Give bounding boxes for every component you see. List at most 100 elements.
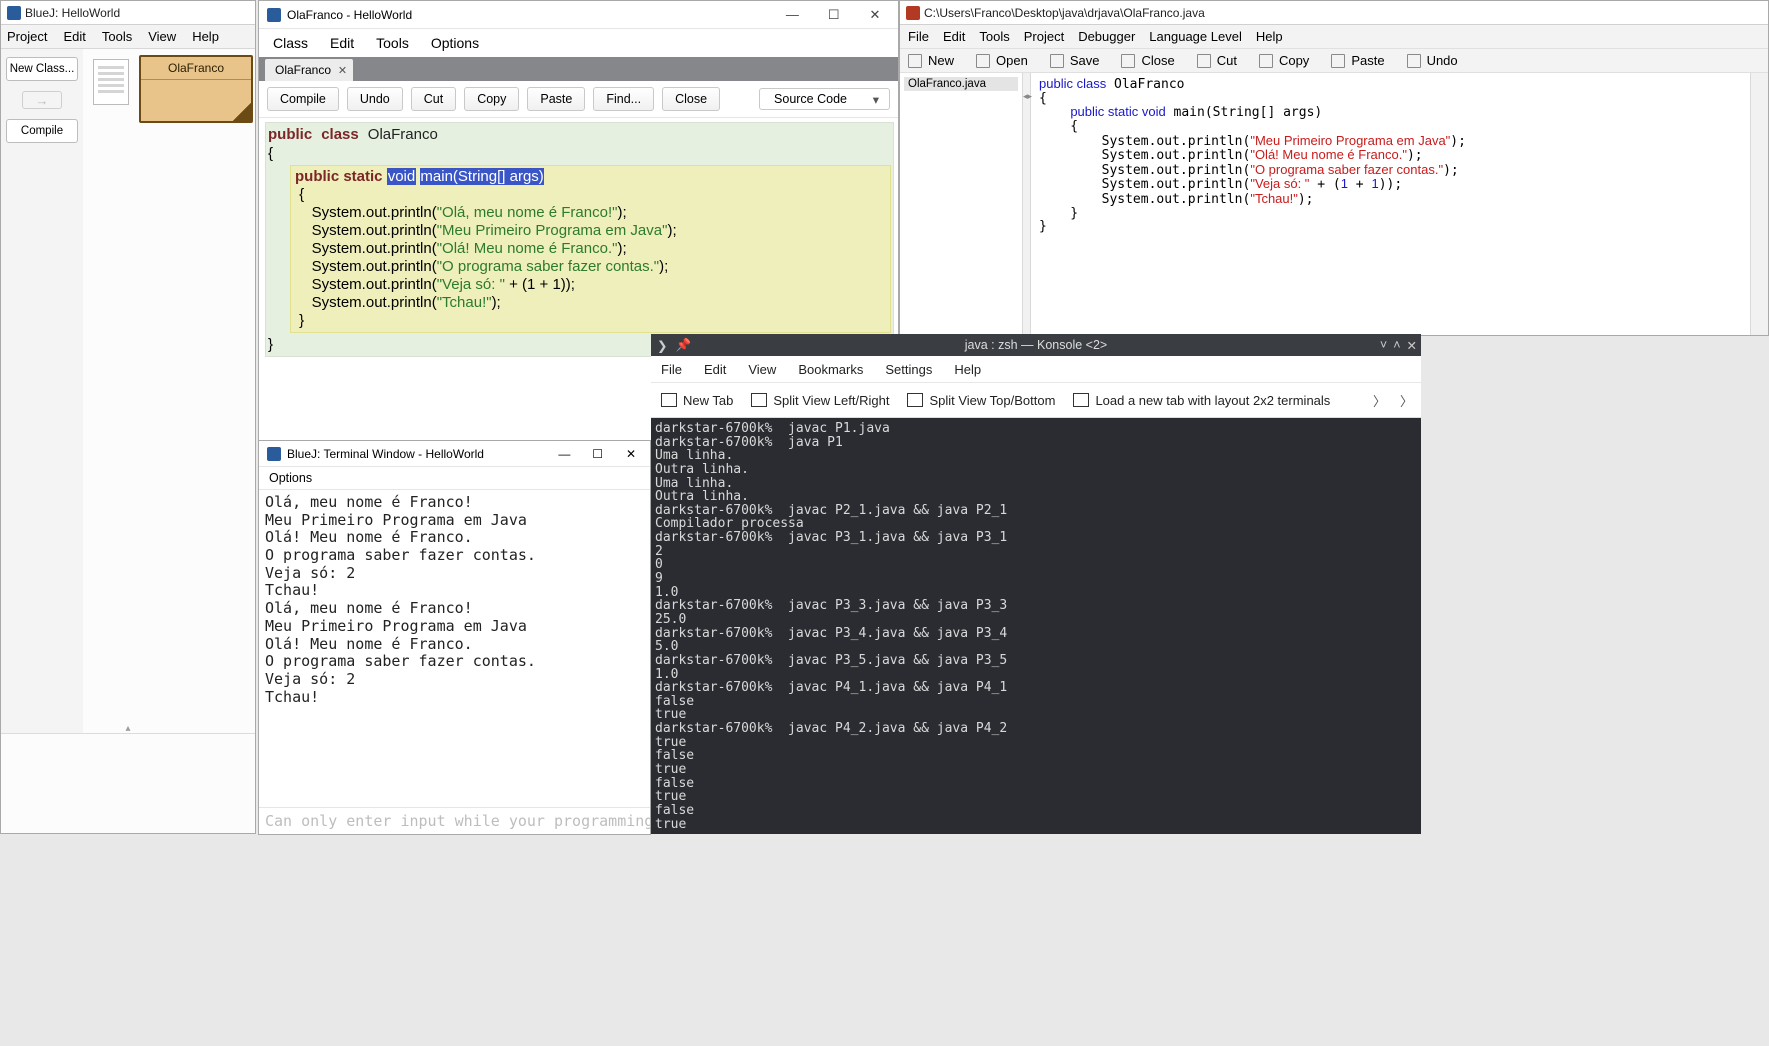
file-item[interactable]: OlaFranco.java <box>904 77 1018 91</box>
drjava-titlebar[interactable]: C:\Users\Franco\Desktop\java\drjava\OlaF… <box>900 1 1768 25</box>
menu-tools[interactable]: Tools <box>102 29 132 44</box>
menu-edit2[interactable]: Edit <box>330 35 354 51</box>
code: ); <box>617 204 626 221</box>
menu-language[interactable]: Language Level <box>1149 29 1242 44</box>
undo-icon <box>1407 54 1421 68</box>
nav-next-icon[interactable]: 〉 <box>1400 391 1413 410</box>
minimize-button[interactable]: ˅ <box>1380 338 1387 353</box>
menu-edit[interactable]: Edit <box>704 362 726 377</box>
drjava-code-editor[interactable]: public class OlaFranco { public static v… <box>1031 73 1750 335</box>
open-button[interactable]: Open <box>976 53 1028 68</box>
maximize-button[interactable]: ☐ <box>815 7 853 23</box>
menu-view[interactable]: View <box>748 362 776 377</box>
brace: } <box>299 312 304 329</box>
menu-tools[interactable]: Tools <box>979 29 1009 44</box>
str: "Meu Primeiro Programa em Java" <box>437 222 668 239</box>
menu-help[interactable]: Help <box>192 29 219 44</box>
bluej-project-menubar: Project Edit Tools View Help <box>1 25 255 49</box>
class-diagram-canvas[interactable]: OlaFranco <box>83 49 255 733</box>
layout-button[interactable]: Load a new tab with layout 2x2 terminals <box>1073 393 1330 408</box>
menu-project[interactable]: Project <box>7 29 47 44</box>
maximize-button[interactable]: ☐ <box>583 447 613 461</box>
new-tab-icon <box>661 393 677 407</box>
view-select[interactable]: Source Code <box>759 88 890 110</box>
lbl: Undo <box>1427 53 1458 68</box>
pin-icon[interactable]: 📌 <box>675 338 691 353</box>
menu-options[interactable]: Options <box>431 35 479 51</box>
nav-prev-icon[interactable]: 〉 <box>1373 391 1386 410</box>
object-bench[interactable] <box>1 733 255 833</box>
new-tab-button[interactable]: New Tab <box>661 393 733 408</box>
close-window-button[interactable]: ✕ <box>616 447 646 461</box>
close-window-button[interactable]: ✕ <box>1407 338 1417 353</box>
readme-icon[interactable] <box>93 59 129 105</box>
menu-settings[interactable]: Settings <box>885 362 932 377</box>
copy-button[interactable]: Copy <box>1259 53 1309 68</box>
new-class-button[interactable]: New Class... <box>6 57 78 81</box>
maximize-button[interactable]: ˄ <box>1393 338 1400 353</box>
paste-button[interactable]: Paste <box>527 87 585 111</box>
code: System.out.println( <box>312 294 437 311</box>
new-button[interactable]: New <box>908 53 954 68</box>
compile-button[interactable]: Compile <box>267 87 339 111</box>
menu-project[interactable]: Project <box>1024 29 1064 44</box>
class-box-olafranco[interactable]: OlaFranco <box>139 55 253 123</box>
bluej-terminal-window: BlueJ: Terminal Window - HelloWorld — ☐ … <box>258 440 651 835</box>
menu-view[interactable]: View <box>148 29 176 44</box>
menu-file[interactable]: File <box>661 362 682 377</box>
menu-bookmarks[interactable]: Bookmarks <box>798 362 863 377</box>
minimize-button[interactable]: — <box>773 7 811 22</box>
cut-button[interactable]: Cut <box>411 87 456 111</box>
menu-edit[interactable]: Edit <box>943 29 965 44</box>
compile-button[interactable]: Compile <box>6 119 78 143</box>
find-button[interactable]: Find... <box>593 87 654 111</box>
konsole-menubar: File Edit View Bookmarks Settings Help <box>651 356 1421 382</box>
code: ); <box>492 294 501 311</box>
bluej-project-titlebar[interactable]: BlueJ: HelloWorld <box>1 1 255 25</box>
copy-button[interactable]: Copy <box>464 87 519 111</box>
code: System.out.println( <box>312 258 437 275</box>
new-icon <box>908 54 922 68</box>
bluej-icon <box>7 6 21 20</box>
terminal-title: BlueJ: Terminal Window - HelloWorld <box>287 447 484 461</box>
menu-edit[interactable]: Edit <box>63 29 85 44</box>
paste-button[interactable]: Paste <box>1331 53 1384 68</box>
split-tb-button[interactable]: Split View Top/Bottom <box>907 393 1055 408</box>
kw: void <box>387 168 417 185</box>
close-window-button[interactable]: ✕ <box>856 7 894 23</box>
cut-button[interactable]: Cut <box>1197 53 1237 68</box>
close-tab-icon[interactable]: ✕ <box>338 64 347 77</box>
lbl: Copy <box>1279 53 1309 68</box>
collapse-icon[interactable]: ◂▸ <box>1023 91 1032 102</box>
menu-debugger[interactable]: Debugger <box>1078 29 1135 44</box>
window-controls: — ☐ ✕ <box>549 447 646 461</box>
str: "O programa saber fazer contas." <box>437 258 659 275</box>
konsole-titlebar[interactable]: ❯ 📌 java : zsh — Konsole <2> ˅ ˄ ✕ <box>651 334 1421 356</box>
terminal-titlebar[interactable]: BlueJ: Terminal Window - HelloWorld — ☐ … <box>259 441 650 467</box>
menu-tools2[interactable]: Tools <box>376 35 409 51</box>
menu-file[interactable]: File <box>908 29 929 44</box>
inheritance-arrow-button[interactable]: → <box>22 91 62 109</box>
editor-tab-olafranco[interactable]: OlaFranco ✕ <box>265 59 353 81</box>
menu-options[interactable]: Options <box>269 471 312 485</box>
terminal-output[interactable]: Olá, meu nome é Franco! Meu Primeiro Pro… <box>259 490 650 807</box>
minimize-button[interactable]: — <box>549 447 579 461</box>
save-button[interactable]: Save <box>1050 53 1100 68</box>
file-list[interactable]: OlaFranco.java <box>900 73 1023 335</box>
menu-help[interactable]: Help <box>954 362 981 377</box>
konsole-output[interactable]: darkstar-6700k% javac P1.java darkstar-6… <box>651 418 1421 834</box>
splitter[interactable]: ◂▸ <box>1023 73 1031 335</box>
split-tb-icon <box>907 393 923 407</box>
close-icon <box>1121 54 1135 68</box>
menu-class[interactable]: Class <box>273 35 308 51</box>
close-button[interactable]: Close <box>1121 53 1174 68</box>
scrollbar[interactable] <box>1750 73 1768 335</box>
undo-button[interactable]: Undo <box>1407 53 1458 68</box>
editor-title: OlaFranco - HelloWorld <box>287 8 412 22</box>
menu-help[interactable]: Help <box>1256 29 1283 44</box>
editor-titlebar[interactable]: OlaFranco - HelloWorld — ☐ ✕ <box>259 1 898 29</box>
window-controls: ˅ ˄ ✕ <box>1380 338 1417 353</box>
split-lr-button[interactable]: Split View Left/Right <box>751 393 889 408</box>
close-button[interactable]: Close <box>662 87 720 111</box>
undo-button[interactable]: Undo <box>347 87 403 111</box>
